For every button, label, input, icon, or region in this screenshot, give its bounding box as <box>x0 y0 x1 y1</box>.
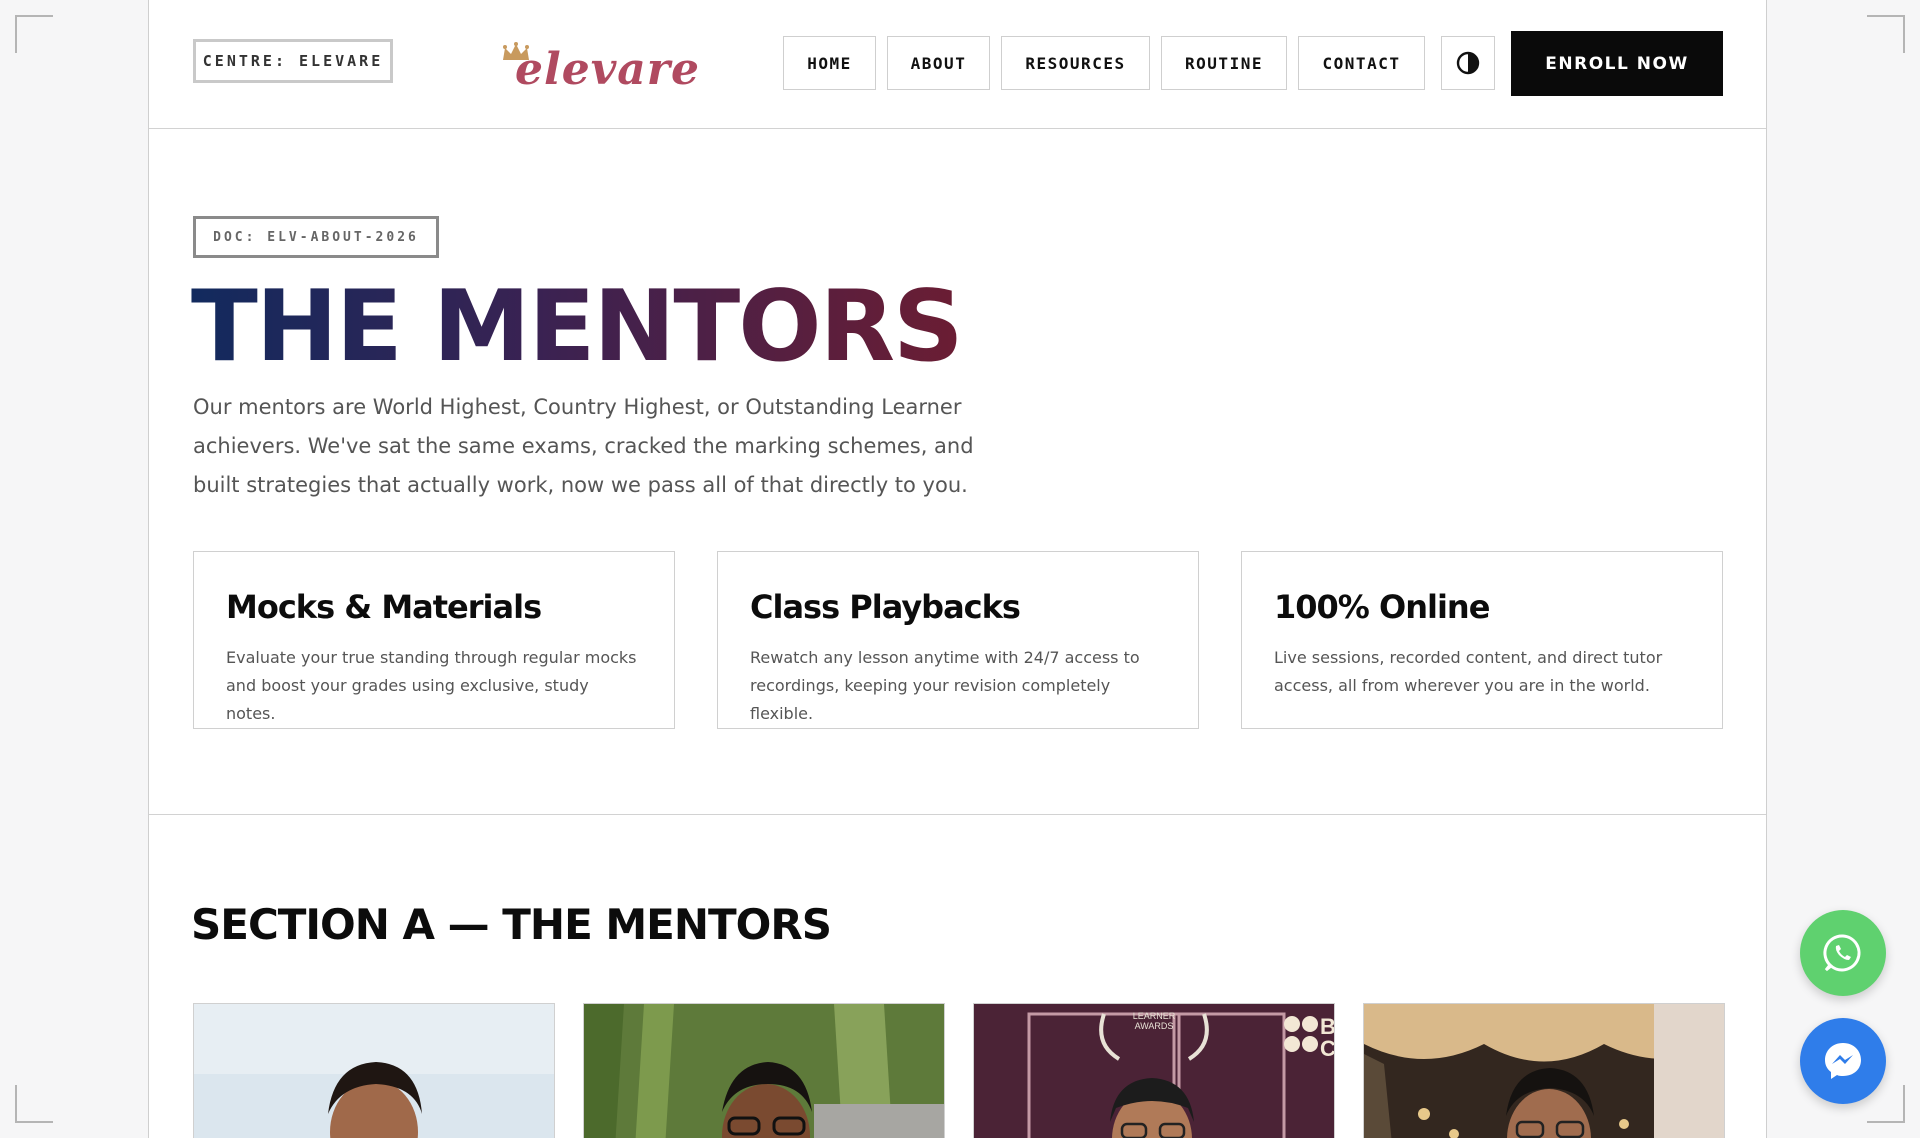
whatsapp-button[interactable] <box>1800 910 1886 996</box>
mentor-photo-4[interactable] <box>1363 1003 1725 1138</box>
section-a-title: SECTION A — THE MENTORS <box>191 900 832 949</box>
corner-mark-bottom-left <box>15 1085 53 1123</box>
feature-card-title: Class Playbacks <box>750 588 1021 626</box>
messenger-button[interactable] <box>1800 1018 1886 1104</box>
nav-home[interactable]: HOME <box>783 36 876 90</box>
main-nav: HOME ABOUT RESOURCES ROUTINE CONTACT <box>783 36 1425 90</box>
feature-card-mocks: Mocks & Materials Evaluate your true sta… <box>193 551 675 729</box>
theme-toggle-button[interactable] <box>1441 36 1495 90</box>
mentor-photo-3[interactable]: LEARNER AWARDS B C <box>973 1003 1335 1138</box>
mentor-grid: LEARNER AWARDS B C <box>193 1003 1725 1138</box>
mentor-photo-1[interactable] <box>193 1003 555 1138</box>
mentor-photo-image <box>1364 1004 1724 1138</box>
whatsapp-icon <box>1823 934 1861 972</box>
feature-card-playbacks: Class Playbacks Rewatch any lesson anyti… <box>717 551 1199 729</box>
corner-mark-top-right <box>1867 15 1905 53</box>
feature-card-online: 100% Online Live sessions, recorded cont… <box>1241 551 1723 729</box>
page-container: CENTRE: ELEVARE elevare HOME ABOUT RESOU… <box>148 0 1767 1138</box>
mentor-photo-image <box>584 1004 944 1138</box>
feature-card-title: 100% Online <box>1274 588 1490 626</box>
feature-card-text: Live sessions, recorded content, and dir… <box>1274 648 1663 695</box>
logo-wordmark: elevare <box>515 44 700 95</box>
page-title: THE MENTORS <box>191 270 964 384</box>
crown-icon <box>503 42 529 60</box>
mentor-photo-image <box>194 1004 554 1138</box>
doc-tag: DOC: ELV-ABOUT-2026 <box>193 216 439 258</box>
feature-card-text: Rewatch any lesson anytime with 24/7 acc… <box>750 648 1140 723</box>
mentor-photo-2[interactable] <box>583 1003 945 1138</box>
section-divider <box>149 814 1766 815</box>
site-logo[interactable]: elevare <box>501 40 700 92</box>
feature-card-text: Evaluate your true standing through regu… <box>226 648 637 723</box>
enroll-now-button[interactable]: ENROLL NOW <box>1511 31 1723 96</box>
feature-cards: Mocks & Materials Evaluate your true sta… <box>193 551 1723 729</box>
nav-contact[interactable]: CONTACT <box>1298 36 1425 90</box>
messenger-icon <box>1825 1043 1861 1079</box>
site-header: CENTRE: ELEVARE elevare HOME ABOUT RESOU… <box>149 0 1766 129</box>
nav-about[interactable]: ABOUT <box>887 36 990 90</box>
feature-card-title: Mocks & Materials <box>226 588 542 626</box>
award-text: LEARNER <box>1133 1011 1176 1021</box>
corner-mark-top-left <box>15 15 53 53</box>
award-text: AWARDS <box>1135 1021 1174 1031</box>
partial-logo-text: C <box>1320 1036 1335 1061</box>
nav-routine[interactable]: ROUTINE <box>1161 36 1287 90</box>
nav-resources[interactable]: RESOURCES <box>1001 36 1150 90</box>
contrast-icon <box>1456 51 1480 75</box>
mentor-photo-image: LEARNER AWARDS B C <box>974 1004 1335 1138</box>
hero-description: Our mentors are World Highest, Country H… <box>193 395 974 497</box>
centre-tag: CENTRE: ELEVARE <box>193 39 393 83</box>
